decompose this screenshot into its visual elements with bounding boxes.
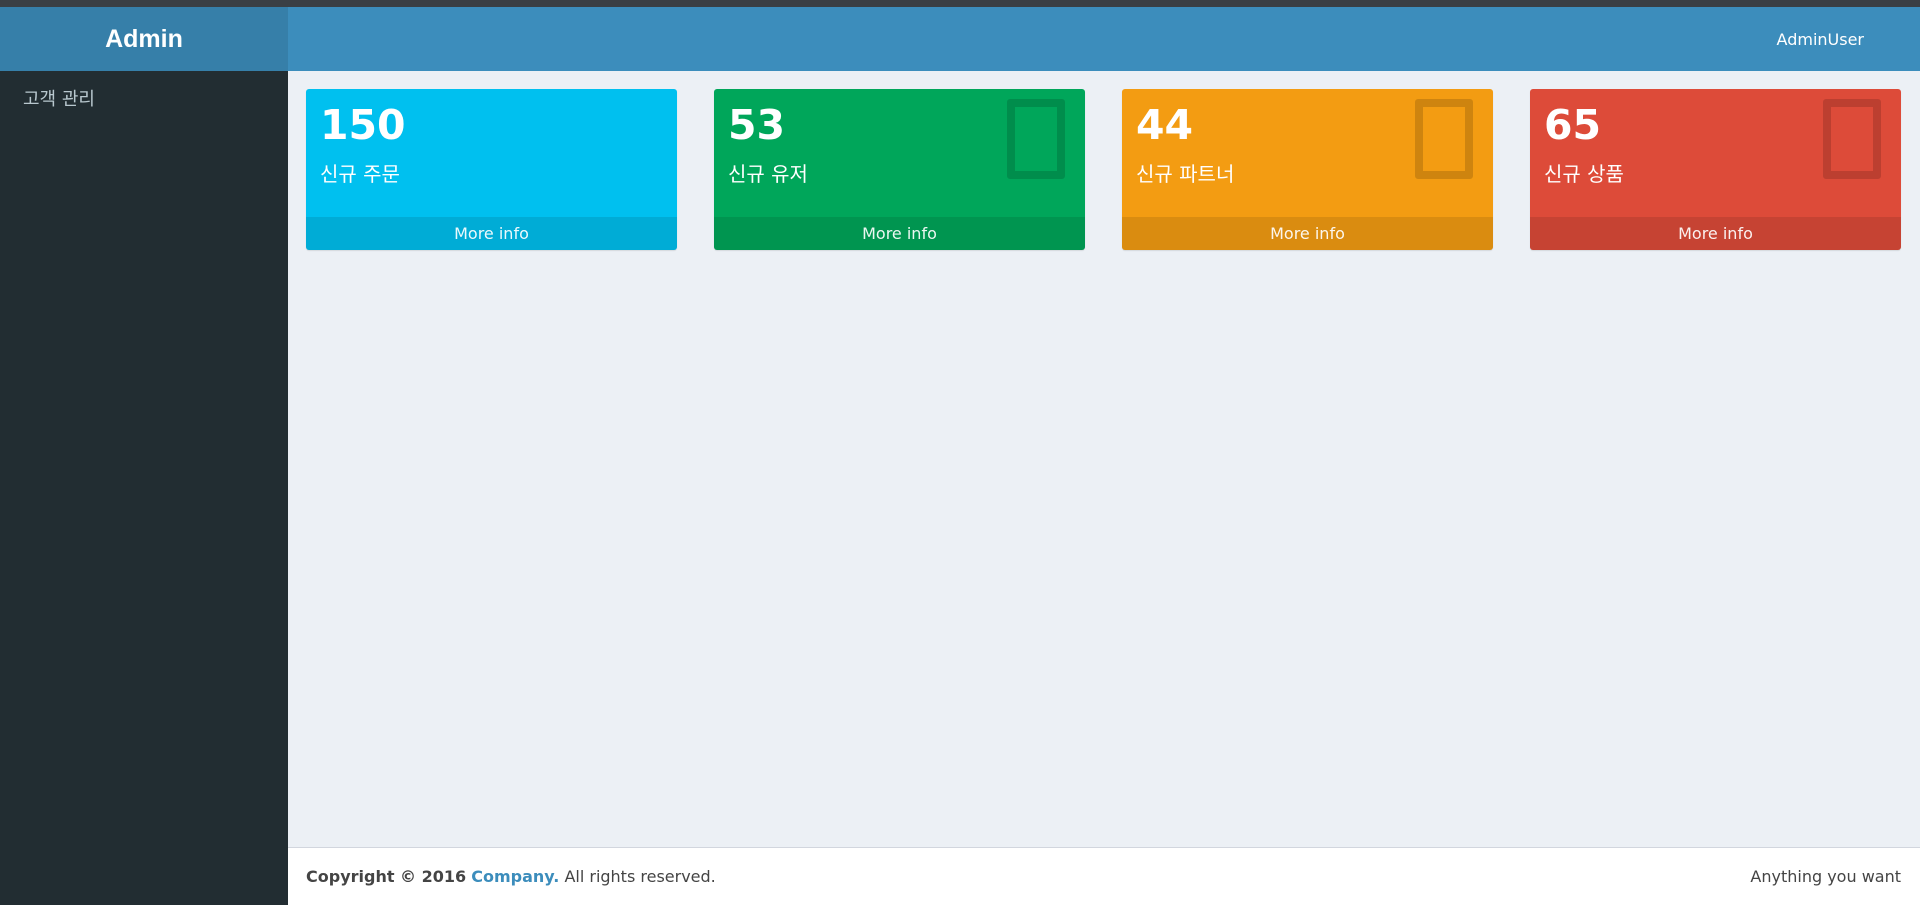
stat-box-new-users: 53 신규 유저 More info — [714, 89, 1085, 250]
copyright: Copyright © 2016 Company. All rights res… — [306, 867, 716, 886]
main-footer: Copyright © 2016 Company. All rights res… — [288, 847, 1920, 905]
stat-box-inner: 53 신규 유저 — [714, 89, 1085, 217]
placeholder-icon — [1415, 99, 1473, 179]
logo[interactable]: Admin — [0, 7, 288, 71]
more-info-link[interactable]: More info — [1122, 217, 1493, 250]
stat-box-new-partners: 44 신규 파트너 More info — [1122, 89, 1493, 250]
more-info-link[interactable]: More info — [714, 217, 1085, 250]
placeholder-icon — [1007, 99, 1065, 179]
content-wrapper: 150 신규 주문 More info 53 신규 유저 More info 4… — [288, 71, 1920, 847]
sidebar: 고객 관리 — [0, 71, 288, 905]
stat-boxes: 150 신규 주문 More info 53 신규 유저 More info 4… — [306, 89, 1902, 250]
stat-box-new-products: 65 신규 상품 More info — [1530, 89, 1901, 250]
more-info-link[interactable]: More info — [1530, 217, 1901, 250]
window-top-strip — [0, 0, 1920, 7]
user-menu[interactable]: AdminUser — [1777, 7, 1864, 71]
more-info-link[interactable]: More info — [306, 217, 677, 250]
stat-box-new-orders: 150 신규 주문 More info — [306, 89, 677, 250]
company-link[interactable]: Company. — [471, 867, 559, 886]
user-name: AdminUser — [1776, 29, 1864, 49]
rights-text: All rights reserved. — [564, 867, 716, 886]
navbar: AdminUser — [288, 7, 1920, 71]
stat-label: 신규 주문 — [320, 162, 400, 187]
main-header: Admin AdminUser — [0, 7, 1920, 71]
stat-box-inner: 44 신규 파트너 — [1122, 89, 1493, 217]
stat-box-inner: 150 신규 주문 — [306, 89, 677, 217]
sidebar-item-customer-management[interactable]: 고객 관리 — [0, 71, 288, 125]
stat-box-inner: 65 신규 상품 — [1530, 89, 1901, 217]
copyright-prefix: Copyright © 2016 — [306, 867, 467, 886]
stat-value: 150 — [320, 101, 406, 149]
placeholder-icon — [1823, 99, 1881, 179]
footer-right-text: Anything you want — [1750, 867, 1901, 886]
